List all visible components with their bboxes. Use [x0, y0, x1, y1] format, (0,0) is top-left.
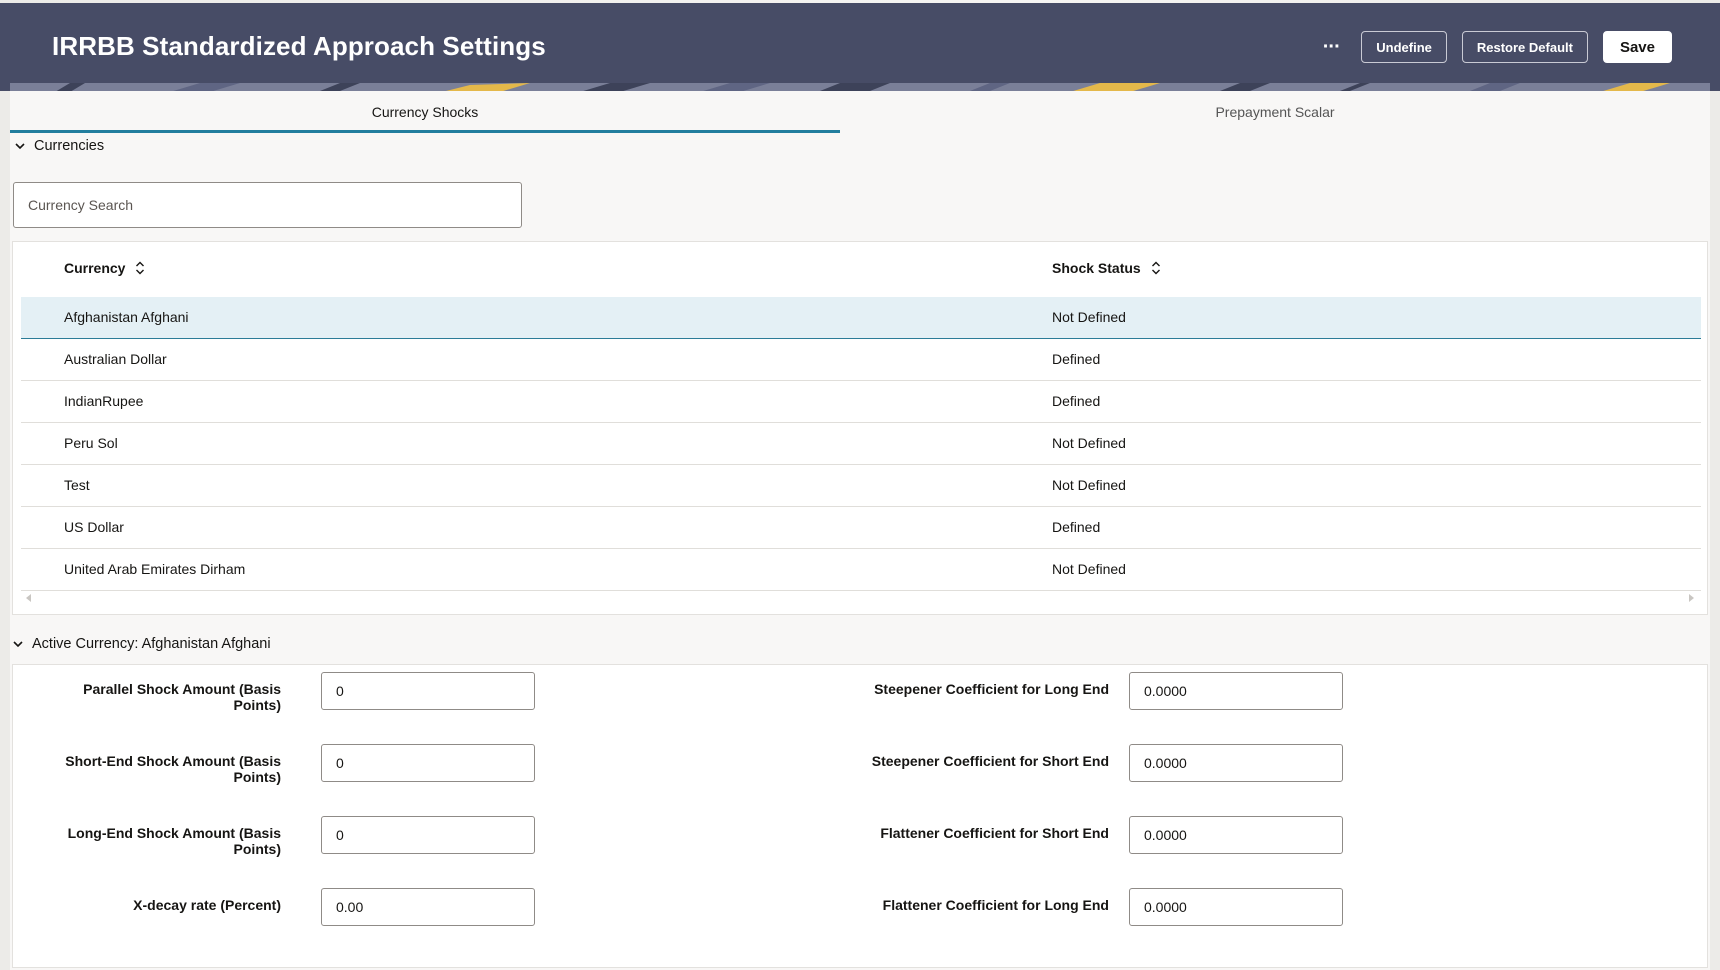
- section-title-active-currency: Active Currency: Afghanistan Afghani: [32, 636, 271, 652]
- table-row[interactable]: Afghanistan Afghani Not Defined: [21, 297, 1701, 339]
- status-cell: Not Defined: [1052, 561, 1126, 577]
- flattener-long-end-label: Flattener Coefficient for Long End: [882, 897, 1109, 913]
- column-label: Shock Status: [1052, 260, 1141, 276]
- page-header: IRRBB Standardized Approach Settings ···…: [0, 3, 1720, 91]
- flattener-long-end-input[interactable]: [1129, 888, 1343, 926]
- active-currency-form: Parallel Shock Amount (Basis Points) Sho…: [12, 664, 1708, 968]
- more-actions-button[interactable]: ···: [1316, 32, 1346, 62]
- restore-default-button[interactable]: Restore Default: [1461, 31, 1588, 63]
- short-end-shock-label: Short-End Shock Amount (Basis Points): [65, 753, 281, 785]
- currency-cell: United Arab Emirates Dirham: [64, 561, 246, 577]
- column-header-shock-status[interactable]: Shock Status: [1052, 260, 1161, 276]
- decorative-banner-pattern: [10, 83, 1710, 91]
- scroll-left-icon[interactable]: [23, 592, 35, 604]
- steepener-long-end-input[interactable]: [1129, 672, 1343, 710]
- section-title-currencies: Currencies: [34, 138, 105, 154]
- table-row[interactable]: United Arab Emirates Dirham Not Defined: [21, 549, 1701, 591]
- currencies-section-toggle[interactable]: Currencies: [14, 134, 104, 158]
- settings-card: Currency Shocks Prepayment Scalar Curren…: [10, 91, 1710, 970]
- chevron-down-icon: [15, 143, 25, 150]
- currency-cell: Australian Dollar: [64, 351, 167, 367]
- tab-bar: Currency Shocks Prepayment Scalar: [10, 91, 1710, 133]
- status-cell: Defined: [1052, 393, 1101, 409]
- column-label: Currency: [64, 260, 126, 276]
- currency-cell: Test: [64, 477, 90, 493]
- undefine-button[interactable]: Undefine: [1361, 31, 1447, 63]
- currency-cell: US Dollar: [64, 519, 124, 535]
- table-row[interactable]: Australian Dollar Defined: [21, 339, 1701, 381]
- steepener-short-end-input[interactable]: [1129, 744, 1343, 782]
- status-cell: Defined: [1052, 351, 1101, 367]
- parallel-shock-label: Parallel Shock Amount (Basis Points): [83, 681, 281, 713]
- flattener-short-end-label: Flattener Coefficient for Short End: [880, 825, 1109, 841]
- steepener-short-end-label: Steepener Coefficient for Short End: [871, 753, 1109, 769]
- long-end-shock-label: Long-End Shock Amount (Basis Points): [67, 825, 281, 857]
- sort-icon: [136, 261, 145, 275]
- sort-icon: [1151, 261, 1160, 275]
- parallel-shock-input[interactable]: [321, 672, 535, 710]
- status-cell: Not Defined: [1052, 309, 1126, 325]
- table-row[interactable]: US Dollar Defined: [21, 507, 1701, 549]
- steepener-long-end-label: Steepener Coefficient for Long End: [874, 681, 1109, 697]
- currency-search-input[interactable]: [13, 182, 522, 228]
- chevron-down-icon: [13, 641, 23, 648]
- tab-currency-shocks[interactable]: Currency Shocks: [10, 91, 840, 133]
- currency-table: Currency Shock Status Afghanistan Afghan…: [12, 241, 1708, 615]
- active-currency-section-toggle[interactable]: Active Currency: Afghanistan Afghani: [12, 632, 271, 656]
- scroll-right-icon[interactable]: [1685, 592, 1697, 604]
- short-end-shock-input[interactable]: [321, 744, 535, 782]
- status-cell: Defined: [1052, 519, 1101, 535]
- status-cell: Not Defined: [1052, 477, 1126, 493]
- currency-cell: Peru Sol: [64, 435, 118, 451]
- flattener-short-end-input[interactable]: [1129, 816, 1343, 854]
- table-header: Currency Shock Status: [13, 242, 1707, 297]
- table-row[interactable]: Test Not Defined: [21, 465, 1701, 507]
- status-cell: Not Defined: [1052, 435, 1126, 451]
- header-actions: ··· Undefine Restore Default Save: [1316, 31, 1672, 63]
- x-decay-rate-input[interactable]: [321, 888, 535, 926]
- page-title: IRRBB Standardized Approach Settings: [52, 31, 546, 61]
- table-row[interactable]: Peru Sol Not Defined: [21, 423, 1701, 465]
- page: IRRBB Standardized Approach Settings ···…: [0, 0, 1720, 970]
- column-header-currency[interactable]: Currency: [64, 260, 145, 276]
- x-decay-rate-label: X-decay rate (Percent): [133, 897, 281, 913]
- currency-cell: IndianRupee: [64, 393, 144, 409]
- tab-prepayment-scalar[interactable]: Prepayment Scalar: [840, 91, 1710, 133]
- table-row[interactable]: IndianRupee Defined: [21, 381, 1701, 423]
- more-icon: ···: [1322, 35, 1341, 58]
- horizontal-scrollbar[interactable]: [13, 592, 1707, 606]
- long-end-shock-input[interactable]: [321, 816, 535, 854]
- save-button[interactable]: Save: [1602, 31, 1672, 63]
- currency-cell: Afghanistan Afghani: [64, 309, 189, 325]
